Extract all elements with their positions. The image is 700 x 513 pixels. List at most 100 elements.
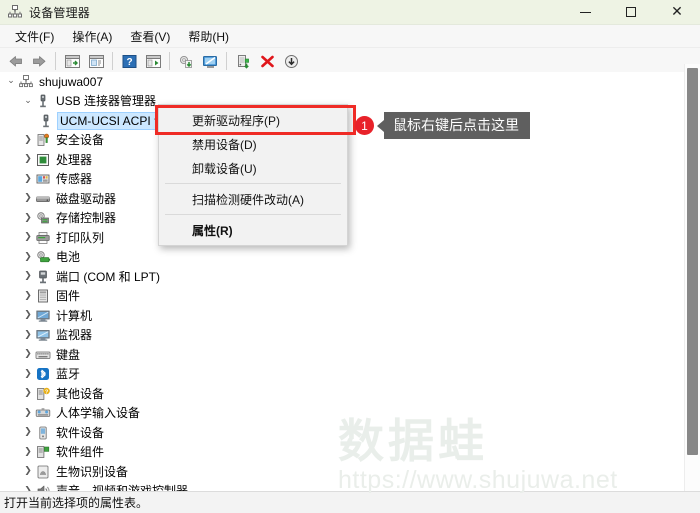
tree-row-biometric-devices[interactable]: ❯ 生物识别设备 [0, 462, 700, 482]
properties-window-icon[interactable] [84, 50, 108, 72]
context-menu-separator [165, 183, 341, 184]
tree-label: 蓝牙 [56, 367, 81, 382]
ctx-disable-device[interactable]: 禁用设备(D) [159, 132, 347, 156]
chevron-right-icon[interactable]: ❯ [21, 447, 35, 457]
tree-label: 处理器 [56, 152, 93, 167]
chevron-right-icon[interactable]: ❯ [21, 155, 35, 164]
tree-row-software-components[interactable]: ❯ 软件组件 [0, 443, 700, 463]
uninstall-device-icon[interactable] [255, 50, 279, 72]
chevron-right-icon[interactable]: ❯ [21, 369, 35, 379]
tree-row-hid[interactable]: ❯ 人体学输入设备 [0, 404, 700, 424]
help-question-icon[interactable]: ? [117, 50, 141, 72]
tree-row-bluetooth[interactable]: ❯ 蓝牙 [0, 365, 700, 385]
tree-label: 端口 (COM 和 LPT) [56, 269, 160, 284]
tree-row-usb-connector-manager[interactable]: ⌄ USB 连接器管理器 [0, 92, 700, 112]
tree-row-computer[interactable]: ❯ 计算机 [0, 306, 700, 326]
chevron-right-icon[interactable]: ❯ [21, 233, 35, 242]
disk-drive-icon [35, 191, 51, 207]
show-hide-console-tree-icon[interactable] [60, 50, 84, 72]
chevron-right-icon[interactable]: ❯ [21, 174, 35, 184]
show-hide-action-pane-icon[interactable] [141, 50, 165, 72]
tree-row-software-devices[interactable]: ❯ 软件设备 [0, 423, 700, 443]
device-manager-icon [7, 4, 23, 20]
tree-row-print-queues[interactable]: ❯ 打印队列 [0, 228, 700, 248]
menu-action[interactable]: 操作(A) [63, 26, 121, 47]
vertical-scrollbar[interactable] [684, 64, 700, 491]
sound-video-game-icon [35, 483, 51, 491]
tree-row-ucm-ucsi-acpi[interactable]: UCM-UCSI ACPI 设备 [0, 111, 700, 131]
sensor-icon [35, 171, 51, 187]
maximize-button[interactable] [608, 0, 654, 24]
tree-row-disk-drives[interactable]: ❯ 磁盘驱动器 [0, 189, 700, 209]
back-arrow-icon[interactable] [3, 50, 27, 72]
scrollbar-thumb[interactable] [687, 68, 698, 455]
chevron-right-icon[interactable]: ❯ [21, 408, 35, 418]
chevron-right-icon[interactable]: ❯ [21, 272, 35, 281]
chevron-right-icon[interactable]: ❯ [21, 311, 35, 320]
minimize-button[interactable] [562, 0, 608, 24]
monitor-icon [35, 327, 51, 343]
scan-hardware-changes-icon[interactable] [198, 50, 222, 72]
close-button[interactable]: ✕ [654, 0, 700, 24]
tree-label: 生物识别设备 [56, 464, 129, 479]
tree-label: 电池 [56, 250, 81, 265]
tree-row-storage-controllers[interactable]: ❯ 存储控制器 [0, 209, 700, 229]
tree-row-sensors[interactable]: ❯ 传感器 [0, 170, 700, 190]
update-driver-icon[interactable] [174, 50, 198, 72]
computer-root-icon [18, 74, 34, 90]
tree-label: 软件组件 [56, 445, 105, 460]
tree-row-batteries[interactable]: ❯ 电池 [0, 248, 700, 268]
tree-row-keyboards[interactable]: ❯ 键盘 [0, 345, 700, 365]
menu-file[interactable]: 文件(F) [6, 26, 63, 47]
bluetooth-icon [35, 366, 51, 382]
chevron-right-icon[interactable]: ❯ [21, 291, 35, 301]
hid-icon [35, 405, 51, 421]
device-tree[interactable]: ⌄ shujuwa007 ⌄ USB 连接器管理器 UCM-UCSI ACPI … [0, 72, 700, 491]
menu-view[interactable]: 查看(V) [121, 26, 179, 47]
chevron-right-icon[interactable]: ❯ [21, 135, 35, 145]
tree-label: 磁盘驱动器 [56, 191, 117, 206]
ctx-scan-hardware[interactable]: 扫描检测硬件改动(A) [159, 187, 347, 211]
tree-row-sound-video-game[interactable]: ❯ 声音、视频和游戏控制器 [0, 482, 700, 491]
chevron-down-icon[interactable]: ⌄ [21, 96, 35, 106]
menu-help[interactable]: 帮助(H) [179, 26, 238, 47]
callout-step-badge: 1 [355, 116, 374, 135]
usb-icon [35, 93, 51, 109]
tree-label: 传感器 [56, 172, 93, 187]
tree-row-other-devices[interactable]: ❯ ? 其他设备 [0, 384, 700, 404]
tree-row-security-devices[interactable]: ❯ 安全设备 [0, 131, 700, 151]
ctx-update-driver[interactable]: 更新驱动程序(P) [159, 108, 347, 132]
port-icon [35, 269, 51, 285]
battery-icon [35, 249, 51, 265]
tree-row-firmware[interactable]: ❯ 固件 [0, 287, 700, 307]
chevron-right-icon[interactable]: ❯ [21, 389, 35, 398]
chevron-right-icon[interactable]: ❯ [21, 350, 35, 359]
toolbar-separator [112, 52, 113, 70]
chevron-down-icon[interactable]: ⌄ [4, 77, 18, 86]
status-bar: 打开当前选择项的属性表。 [0, 491, 700, 513]
context-menu[interactable]: 更新驱动程序(P) 禁用设备(D) 卸载设备(U) 扫描检测硬件改动(A) 属性… [158, 104, 348, 246]
chevron-right-icon[interactable]: ❯ [21, 330, 35, 340]
tree-label: 计算机 [56, 308, 93, 323]
enable-device-icon[interactable] [231, 50, 255, 72]
chevron-right-icon[interactable]: ❯ [21, 213, 35, 223]
chevron-right-icon[interactable]: ❯ [21, 194, 35, 203]
ctx-uninstall-device[interactable]: 卸载设备(U) [159, 156, 347, 180]
tree-label: 声音、视频和游戏控制器 [56, 483, 188, 491]
chevron-right-icon[interactable]: ❯ [21, 467, 35, 476]
tree-row-ports[interactable]: ❯ 端口 (COM 和 LPT) [0, 267, 700, 287]
download-icon[interactable] [279, 50, 303, 72]
chevron-right-icon[interactable]: ❯ [21, 428, 35, 437]
chevron-right-icon[interactable]: ❯ [21, 252, 35, 262]
biometric-icon [35, 464, 51, 480]
tree-row-monitors[interactable]: ❯ 监视器 [0, 326, 700, 346]
tree-label: 人体学输入设备 [56, 406, 141, 421]
tree-label: 软件设备 [56, 425, 105, 440]
computer-icon [35, 308, 51, 324]
tree-row-processors[interactable]: ❯ 处理器 [0, 150, 700, 170]
ctx-properties[interactable]: 属性(R) [159, 218, 347, 242]
forward-arrow-icon[interactable] [27, 50, 51, 72]
toolbar-separator [226, 52, 227, 70]
keyboard-icon [35, 347, 51, 363]
tree-row-root[interactable]: ⌄ shujuwa007 [0, 72, 700, 92]
